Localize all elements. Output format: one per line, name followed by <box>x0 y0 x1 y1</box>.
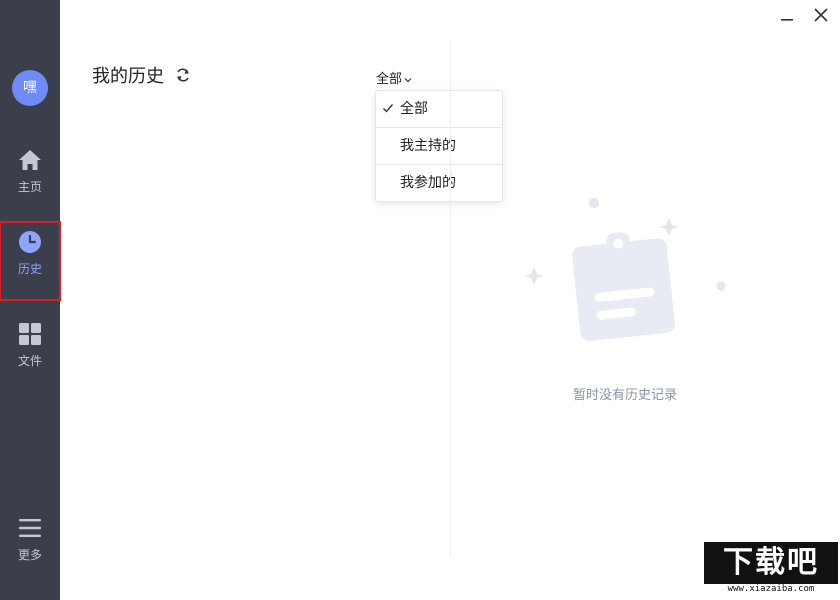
empty-clipboard-illustration <box>524 198 726 342</box>
avatar[interactable]: 嘿 <box>12 70 48 106</box>
filter-option-joined[interactable]: 我参加的 <box>376 164 502 201</box>
refresh-icon[interactable] <box>174 66 192 84</box>
check-icon <box>383 104 394 113</box>
filter-dropdown[interactable]: 全部 <box>376 68 413 87</box>
watermark-title: 下载吧 <box>704 542 838 584</box>
clock-icon <box>19 231 41 253</box>
filter-option-hosted[interactable]: 我主持的 <box>376 127 502 164</box>
close-icon[interactable] <box>810 4 832 26</box>
sidebar-item-home[interactable]: 主页 <box>0 140 60 218</box>
pane-divider <box>450 42 451 557</box>
page-title: 我的历史 <box>92 66 164 87</box>
watermark-logo: 下载吧 www.xiazaiba.com <box>704 542 838 598</box>
empty-state-text: 暂时没有历史记录 <box>572 388 677 403</box>
filter-option-label: 全部 <box>400 101 428 117</box>
filter-menu: 全部 我主持的 我参加的 <box>375 90 503 202</box>
filter-selected-label: 全部 <box>376 72 403 87</box>
sidebar-item-more[interactable]: 更多 <box>0 508 60 586</box>
filter-option-label: 我主持的 <box>400 138 456 154</box>
sidebar-item-label: 主页 <box>17 180 42 194</box>
sidebar-item-label: 文件 <box>17 354 42 368</box>
minimize-icon[interactable] <box>776 4 798 26</box>
grid-icon <box>19 323 41 345</box>
sidebar: 嘿 主页 历史 文件 更多 <box>0 0 61 600</box>
sidebar-item-label: 更多 <box>17 548 42 562</box>
filter-option-all[interactable]: 全部 <box>376 91 502 127</box>
menu-icon <box>19 519 41 537</box>
filter-option-label: 我参加的 <box>400 175 456 191</box>
chevron-down-icon <box>404 77 412 82</box>
sidebar-item-history[interactable]: 历史 <box>0 221 61 301</box>
watermark-url: www.xiazaiba.com <box>727 584 815 594</box>
home-icon <box>19 150 41 170</box>
sidebar-item-files[interactable]: 文件 <box>0 314 60 392</box>
sidebar-item-label: 历史 <box>17 262 42 276</box>
